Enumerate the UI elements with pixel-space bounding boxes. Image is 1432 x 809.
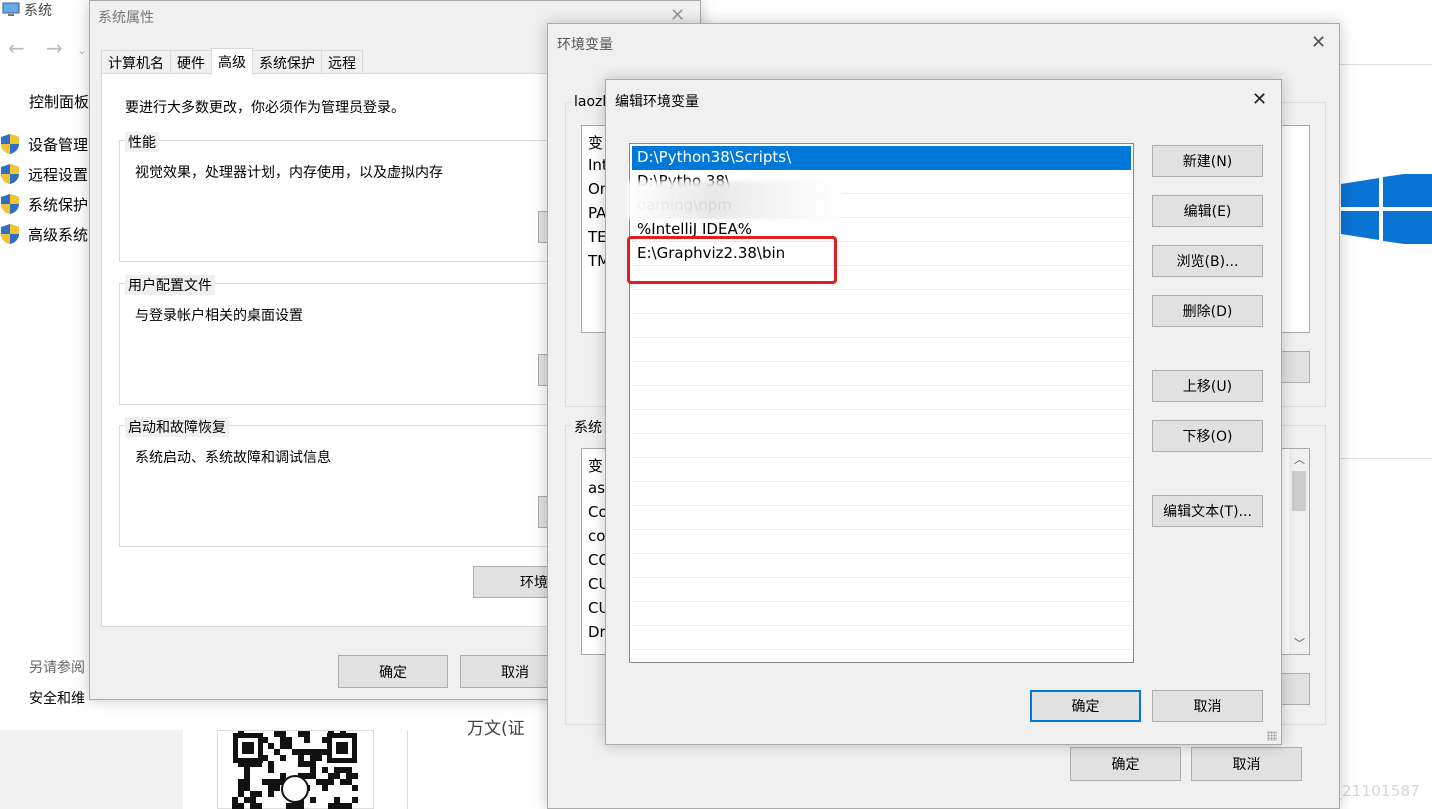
cancel-button[interactable]: 取消 (1152, 690, 1263, 722)
cancel-button[interactable]: 取消 (1191, 747, 1302, 781)
path-list-item[interactable] (632, 290, 1131, 314)
path-list-item[interactable] (632, 362, 1131, 386)
close-icon[interactable]: ✕ (1252, 89, 1267, 110)
back-arrow-icon[interactable]: ← (8, 36, 25, 60)
sidebar-link-label: 系统保护 (28, 195, 89, 214)
path-list-item[interactable] (632, 554, 1131, 578)
dialog-title: 编辑环境变量 (615, 94, 699, 110)
edit-text-button[interactable]: 编辑文本(T)... (1152, 495, 1263, 527)
windows-logo-icon (1341, 174, 1432, 244)
computer-icon (2, 2, 20, 16)
user-profiles-description: 与登录帐户相关的桌面设置 (135, 308, 303, 324)
edit-button[interactable]: 编辑(E) (1152, 195, 1263, 227)
ok-button[interactable]: 确定 (1030, 690, 1141, 722)
path-list-item[interactable] (632, 434, 1131, 458)
path-list-item[interactable] (632, 506, 1131, 530)
sidebar-link-label: 高级系统 (28, 225, 89, 244)
scrollbar-thumb[interactable] (1292, 471, 1306, 511)
performance-description: 视觉效果，处理器计划，内存使用，以及虚拟内存 (135, 165, 443, 181)
list-header: 变 (588, 457, 604, 475)
list-header: 变 (588, 134, 604, 152)
edit-environment-variable-dialog: 编辑环境变量 ✕ D:\Python38\Scripts\D:\Pytho 38… (605, 79, 1282, 745)
chevron-down-icon[interactable]: ﹀ (1294, 635, 1305, 651)
tab-computer-name[interactable]: 计算机名 (101, 50, 171, 74)
browse-button[interactable]: 浏览(B)... (1152, 245, 1263, 277)
tab-remote[interactable]: 远程 (321, 50, 363, 74)
see-also-heading: 另请参阅 (29, 660, 85, 676)
sidebar-link-system-protection[interactable]: 系统保护 (0, 193, 88, 215)
path-list-item[interactable] (632, 530, 1131, 554)
path-list-item[interactable] (632, 314, 1131, 338)
sidebar-link-remote-settings[interactable]: 远程设置 (0, 163, 88, 185)
list-item[interactable]: PA (588, 204, 606, 222)
tab-hardware[interactable]: 硬件 (170, 50, 212, 74)
resize-grip-icon[interactable] (1267, 731, 1277, 741)
security-maintenance-link[interactable]: 安全和维 (29, 688, 85, 708)
divider (407, 730, 408, 809)
path-list-item[interactable] (632, 386, 1131, 410)
divider (1340, 64, 1432, 65)
dialog-title: 环境变量 (557, 37, 613, 53)
path-list-item[interactable] (632, 410, 1131, 434)
list-item[interactable]: co (588, 527, 605, 545)
shield-icon (1, 194, 19, 214)
sidebar-link-label: 设备管理 (28, 135, 89, 154)
system-window-title: 系统 (2, 0, 52, 20)
path-list[interactable]: D:\Python38\Scripts\D:\Pytho 38\ oaming\… (629, 143, 1134, 663)
qr-code-image (232, 731, 358, 809)
path-list-item[interactable] (632, 482, 1131, 506)
list-item[interactable]: Dr (588, 623, 606, 641)
system-variables-label: 系统 (571, 417, 605, 437)
path-list-item[interactable] (632, 338, 1131, 362)
list-item[interactable]: TE (588, 228, 607, 246)
chevron-down-icon[interactable]: ⌄ (77, 43, 87, 57)
path-list-item[interactable]: D:\Python38\Scripts\ (632, 146, 1131, 170)
delete-button[interactable]: 删除(D) (1152, 295, 1263, 327)
tab-strip: 计算机名 硬件 高级 系统保护 远程 (101, 48, 363, 75)
webpage-text-snippet: 万文(证 (467, 719, 525, 739)
sidebar-link-label: 远程设置 (28, 165, 89, 184)
path-list-item[interactable] (632, 458, 1131, 482)
forward-arrow-icon[interactable]: → (46, 36, 63, 60)
startup-recovery-label: 启动和故障恢复 (125, 417, 229, 437)
close-icon[interactable]: ✕ (1311, 32, 1326, 53)
ok-button[interactable]: 确定 (338, 655, 448, 688)
scrollbar[interactable]: ︿ ﹀ (1289, 449, 1309, 654)
dialog-title: 系统属性 (98, 10, 154, 26)
ok-button[interactable]: 确定 (1070, 747, 1181, 781)
webpage-sidebar (0, 730, 183, 809)
path-list-item[interactable] (632, 626, 1131, 650)
new-button[interactable]: 新建(N) (1152, 145, 1263, 177)
shield-icon (1, 134, 19, 154)
sidebar-link-device-manager[interactable]: 设备管理 (0, 133, 88, 155)
redacted-area (627, 181, 842, 219)
chevron-up-icon[interactable]: ︿ (1294, 451, 1305, 467)
system-delete-button[interactable] (1278, 673, 1310, 705)
tab-advanced[interactable]: 高级 (211, 48, 253, 75)
user-delete-button[interactable] (1278, 351, 1310, 383)
performance-label: 性能 (125, 132, 159, 152)
system-window-title-text: 系统 (24, 3, 52, 19)
control-panel-link[interactable]: 控制面板 (29, 91, 89, 112)
admin-note: 要进行大多数更改，你必须作为管理员登录。 (125, 100, 405, 116)
path-list-item[interactable] (632, 602, 1131, 626)
startup-recovery-description: 系统启动、系统故障和调试信息 (135, 450, 331, 466)
shield-icon (1, 224, 19, 244)
user-profiles-label: 用户配置文件 (125, 275, 215, 295)
shield-icon (1, 164, 19, 184)
path-list-item[interactable] (632, 578, 1131, 602)
move-up-button[interactable]: 上移(U) (1152, 370, 1263, 402)
sidebar-link-advanced-system[interactable]: 高级系统 (0, 223, 88, 245)
highlight-annotation-box (627, 236, 837, 284)
move-down-button[interactable]: 下移(O) (1152, 420, 1263, 452)
tab-system-protection[interactable]: 系统保护 (252, 50, 322, 74)
